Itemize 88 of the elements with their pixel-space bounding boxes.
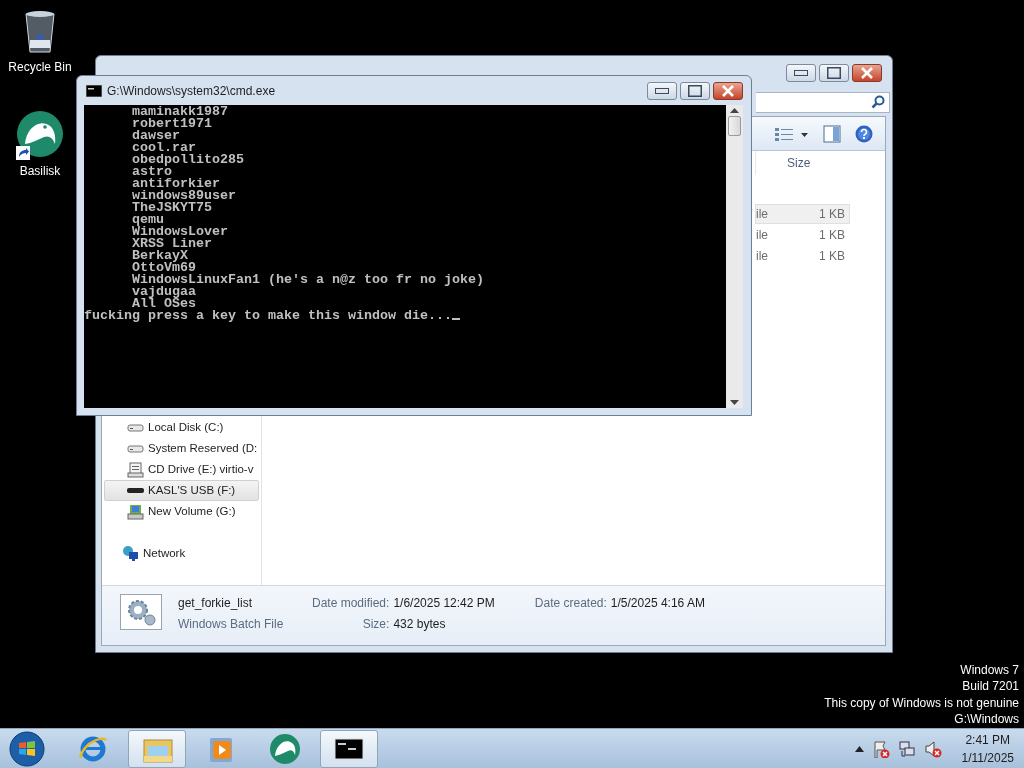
basilisk-icon[interactable] (16, 110, 64, 158)
minimize-icon[interactable] (655, 87, 669, 94)
console-line: robert1971 (131, 118, 213, 130)
scrollbar[interactable] (726, 105, 743, 408)
volume-icon[interactable] (923, 739, 942, 758)
console-line: XRSS Liner (131, 238, 213, 250)
console-line: OttoVm69 (131, 262, 196, 274)
console-line: maminakk1987 (131, 106, 229, 118)
scrollbar-thumb[interactable] (728, 116, 741, 136)
usb-drive-icon (127, 488, 144, 493)
flag-icon[interactable] (871, 739, 890, 758)
maximize-button[interactable] (680, 81, 710, 100)
file-size: 1 KB (819, 227, 845, 244)
nav-item[interactable]: CD Drive (E:) virtio-v (104, 459, 259, 480)
file-row[interactable]: ile 1 KB (755, 225, 850, 245)
console-line: vajdugaa (131, 286, 197, 298)
console-line: antiforkier (131, 178, 220, 190)
cd-drive-icon (127, 461, 144, 478)
console-line: WindowsLover (131, 226, 229, 238)
file-type: ile (756, 248, 768, 265)
detail-value: 432 bytes (393, 616, 447, 633)
file-row[interactable]: ile 1 KB (755, 204, 850, 224)
close-button[interactable] (713, 81, 743, 100)
console-line: windows89user (131, 190, 237, 202)
console-line: obedpollito285 (131, 154, 245, 166)
desktop-notice-text: This copy of Windows is not genuine (824, 694, 1019, 711)
maximize-icon[interactable] (688, 84, 702, 97)
detail-label: Size: (361, 616, 390, 633)
file-size: 1 KB (819, 206, 845, 223)
text-cursor (451, 318, 460, 320)
file-type: ile (756, 227, 768, 244)
console-line: BerkayX (131, 250, 188, 262)
search-field[interactable] (756, 91, 890, 113)
console-line: dawser (131, 130, 180, 142)
file-name: get_forkie_list (178, 595, 254, 612)
console-line: qemu (131, 214, 164, 226)
detail-value: 1/6/2025 12:42 PM (393, 595, 495, 612)
desktop-notice-text: Windows 7 (959, 662, 1019, 679)
detail-label: Date modified: (312, 595, 390, 612)
column-header[interactable]: Size (787, 154, 811, 172)
file-type: ile (756, 206, 768, 223)
console-prompt: fucking press a key to make this window die... (84, 308, 452, 323)
nav-item[interactable]: Local Disk (C:) (104, 417, 259, 438)
search-icon[interactable] (871, 95, 885, 109)
basilisk-icon (268, 731, 302, 766)
nav-item[interactable]: Network (104, 543, 259, 564)
desktop-notice-text: Build 7201 (961, 678, 1019, 695)
icon-label: Recycle Bin (8, 59, 72, 76)
console-line: TheJSKYT75 (131, 202, 213, 214)
preview-pane-icon[interactable] (823, 124, 841, 143)
file-row[interactable]: ile 1 KB (755, 246, 850, 266)
shortcut-arrow-icon (16, 146, 30, 160)
clock[interactable]: 2:41 PM 1/11/2025 (961, 730, 1014, 767)
nav-item[interactable]: System Reserved (D: (104, 438, 259, 459)
down-arrow-icon[interactable] (730, 400, 739, 405)
clock-date: 1/11/2025 (961, 749, 1014, 767)
console-line: WindowsLinuxFan1 (he's a n@z too fr no joke) (131, 274, 485, 286)
console-line: astro (131, 166, 172, 178)
icon-label: Basilisk (19, 163, 61, 180)
maximize-icon[interactable] (827, 67, 841, 79)
clock-time: 2:41 PM (965, 731, 1011, 749)
file-type-label: Windows Batch File (178, 616, 285, 633)
console-line: cool.rar (131, 142, 196, 154)
network-icon[interactable] (897, 739, 916, 758)
close-button[interactable] (852, 64, 882, 82)
taskbar-app[interactable] (320, 729, 378, 768)
detail-value: 1/5/2025 4:16 AM (610, 595, 705, 612)
nav-item[interactable]: New Volume (G:) (104, 501, 259, 522)
window-title: G:\Windows\system32\cmd.exe (107, 82, 277, 100)
maximize-button[interactable] (819, 64, 849, 82)
file-size: 1 KB (819, 248, 845, 265)
console-icon (86, 84, 102, 97)
close-icon[interactable] (722, 84, 734, 97)
help-icon[interactable] (855, 124, 873, 143)
up-arrow-icon[interactable] (730, 108, 739, 113)
detail-label: Date created: (534, 595, 607, 612)
minimize-icon[interactable] (794, 70, 808, 76)
console-line: All OSes (132, 298, 197, 310)
minimize-button[interactable] (786, 64, 816, 82)
start-button[interactable] (6, 729, 48, 768)
view-options-icon[interactable] (773, 125, 809, 142)
drive-icon (127, 503, 144, 520)
minimize-button[interactable] (647, 81, 677, 100)
show-hidden-icons-icon[interactable] (854, 745, 864, 752)
nav-item[interactable]: KASL'S USB (F:) (104, 480, 259, 501)
close-icon[interactable] (861, 67, 873, 79)
network-icon (122, 545, 139, 562)
desktop-notice-text: G:\Windows (953, 710, 1019, 728)
